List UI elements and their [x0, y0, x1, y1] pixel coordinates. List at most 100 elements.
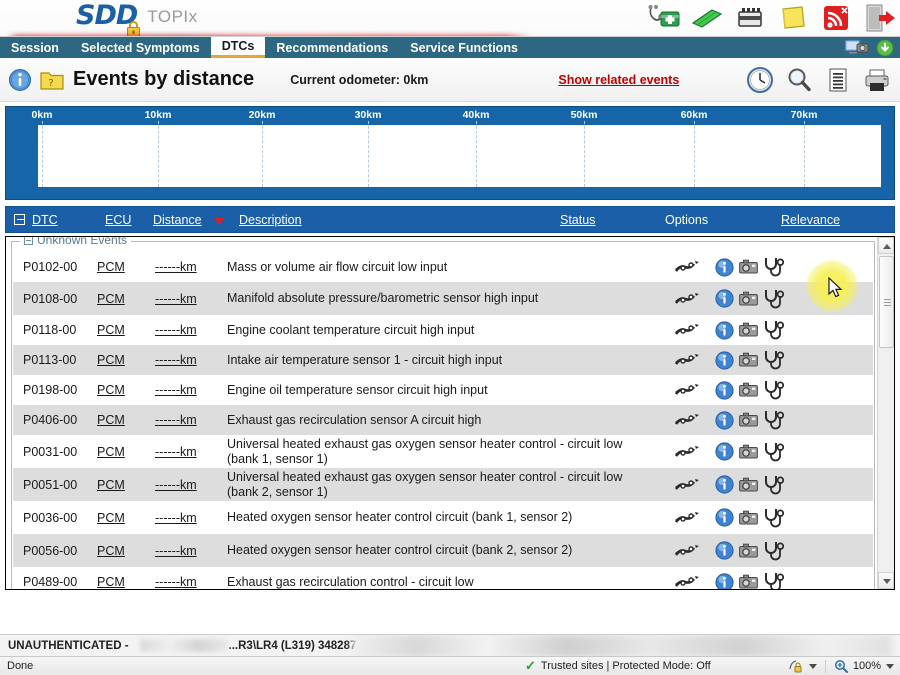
- group-legend[interactable]: Unknown Events: [20, 236, 131, 247]
- table-row[interactable]: P0489-00PCM------kmExhaust gas recircula…: [13, 567, 873, 590]
- stethoscope-icon[interactable]: [763, 320, 785, 340]
- tab-recommendations[interactable]: Recommendations: [265, 37, 399, 58]
- col-header-description[interactable]: Description: [239, 213, 302, 227]
- cell-distance-link[interactable]: ------km: [155, 323, 227, 337]
- info-icon[interactable]: [715, 381, 734, 400]
- info-icon[interactable]: [715, 573, 734, 591]
- table-scrollbar[interactable]: [877, 237, 894, 589]
- camera-icon[interactable]: [739, 510, 758, 526]
- table-row[interactable]: P0198-00PCM------kmEngine oil temperatur…: [13, 375, 873, 405]
- battery-icon[interactable]: [733, 2, 767, 34]
- col-header-status[interactable]: Status: [560, 213, 595, 227]
- info-icon[interactable]: [715, 442, 734, 461]
- scrollbar-thumb[interactable]: [879, 256, 894, 348]
- cell-ecu-link[interactable]: PCM: [97, 575, 155, 589]
- cell-ecu-link[interactable]: PCM: [97, 292, 155, 306]
- cell-distance-link[interactable]: ------km: [155, 292, 227, 306]
- info-icon[interactable]: [715, 351, 734, 370]
- cell-distance-link[interactable]: ------km: [155, 383, 227, 397]
- camera-icon[interactable]: [739, 291, 758, 307]
- stethoscope-icon[interactable]: [763, 289, 785, 309]
- info-icon[interactable]: [715, 475, 734, 494]
- table-row[interactable]: P0406-00PCM------kmExhaust gas recircula…: [13, 405, 873, 435]
- tab-service-functions[interactable]: Service Functions: [399, 37, 529, 58]
- scroll-up-button[interactable]: [878, 237, 894, 254]
- col-header-distance[interactable]: Distance: [153, 213, 202, 227]
- tab-session[interactable]: Session: [0, 37, 70, 58]
- stethoscope-icon[interactable]: [763, 257, 785, 277]
- camera-icon[interactable]: [739, 259, 758, 275]
- tab-dtcs[interactable]: DTCs: [211, 37, 266, 58]
- repair-wrench-icon[interactable]: [674, 542, 700, 560]
- info-icon[interactable]: [8, 68, 32, 92]
- cell-ecu-link[interactable]: PCM: [97, 511, 155, 525]
- camera-icon[interactable]: [739, 574, 758, 590]
- security-zone-indicator[interactable]: ✓ Trusted sites | Protected Mode: Off: [525, 658, 711, 674]
- repair-wrench-icon[interactable]: [674, 476, 700, 494]
- stethoscope-icon[interactable]: [763, 442, 785, 462]
- cell-ecu-link[interactable]: PCM: [97, 383, 155, 397]
- info-icon[interactable]: [715, 508, 734, 527]
- repair-wrench-icon[interactable]: [674, 321, 700, 339]
- camera-icon[interactable]: [739, 382, 758, 398]
- table-row[interactable]: P0036-00PCM------kmHeated oxygen sensor …: [13, 501, 873, 534]
- table-row[interactable]: P0031-00PCM------kmUniversal heated exha…: [13, 435, 873, 468]
- print-icon[interactable]: [862, 65, 892, 95]
- scroll-down-button[interactable]: [878, 572, 894, 589]
- info-icon[interactable]: [715, 411, 734, 430]
- security-settings-control[interactable]: [788, 659, 817, 673]
- info-icon[interactable]: [715, 541, 734, 560]
- show-related-events-link[interactable]: Show related events: [558, 73, 679, 87]
- repair-wrench-icon[interactable]: [674, 509, 700, 527]
- stethoscope-icon[interactable]: [763, 572, 785, 590]
- report-icon[interactable]: [823, 65, 853, 95]
- camera-icon[interactable]: [739, 322, 758, 338]
- rss-disabled-icon[interactable]: [819, 2, 853, 34]
- stethoscope-icon[interactable]: [763, 508, 785, 528]
- camera-icon[interactable]: [739, 412, 758, 428]
- cell-distance-link[interactable]: ------km: [155, 575, 227, 589]
- camera-icon[interactable]: [739, 444, 758, 460]
- cell-distance-link[interactable]: ------km: [155, 544, 227, 558]
- cell-distance-link[interactable]: ------km: [155, 353, 227, 367]
- group-collapse-toggle[interactable]: [24, 236, 33, 245]
- info-icon[interactable]: [715, 258, 734, 277]
- cell-ecu-link[interactable]: PCM: [97, 260, 155, 274]
- info-icon[interactable]: [715, 289, 734, 308]
- cell-distance-link[interactable]: ------km: [155, 511, 227, 525]
- table-row[interactable]: P0051-00PCM------kmUniversal heated exha…: [13, 468, 873, 501]
- cell-distance-link[interactable]: ------km: [155, 413, 227, 427]
- col-header-dtc[interactable]: DTC: [32, 213, 58, 227]
- cell-ecu-link[interactable]: PCM: [97, 323, 155, 337]
- cell-distance-link[interactable]: ------km: [155, 260, 227, 274]
- cell-distance-link[interactable]: ------km: [155, 478, 227, 492]
- history-clock-icon[interactable]: [745, 65, 775, 95]
- cell-ecu-link[interactable]: PCM: [97, 544, 155, 558]
- stethoscope-icon[interactable]: [763, 541, 785, 561]
- tab-selected-symptoms[interactable]: Selected Symptoms: [70, 37, 211, 58]
- col-header-ecu[interactable]: ECU: [105, 213, 131, 227]
- repair-wrench-icon[interactable]: [674, 573, 700, 590]
- table-row[interactable]: P0118-00PCM------kmEngine coolant temper…: [13, 315, 873, 345]
- table-row[interactable]: P0108-00PCM------kmManifold absolute pre…: [13, 282, 873, 315]
- diagnostics-kit-icon[interactable]: [647, 2, 681, 34]
- cable-icon[interactable]: [690, 2, 724, 34]
- repair-wrench-icon[interactable]: [674, 290, 700, 308]
- camera-icon[interactable]: [739, 352, 758, 368]
- repair-wrench-icon[interactable]: [674, 258, 700, 276]
- camera-icon[interactable]: [739, 543, 758, 559]
- search-icon[interactable]: [784, 65, 814, 95]
- cell-ecu-link[interactable]: PCM: [97, 413, 155, 427]
- stethoscope-icon[interactable]: [763, 475, 785, 495]
- cell-distance-link[interactable]: ------km: [155, 445, 227, 459]
- zoom-control[interactable]: 100%: [834, 659, 894, 673]
- table-row[interactable]: P0102-00PCM------kmMass or volume air fl…: [13, 252, 873, 282]
- repair-wrench-icon[interactable]: [674, 443, 700, 461]
- info-icon[interactable]: [715, 321, 734, 340]
- camera-icon[interactable]: [739, 477, 758, 493]
- repair-wrench-icon[interactable]: [674, 351, 700, 369]
- notes-icon[interactable]: [776, 2, 810, 34]
- screenshot-icon[interactable]: [844, 38, 870, 58]
- col-header-relevance[interactable]: Relevance: [781, 213, 840, 227]
- cell-ecu-link[interactable]: PCM: [97, 353, 155, 367]
